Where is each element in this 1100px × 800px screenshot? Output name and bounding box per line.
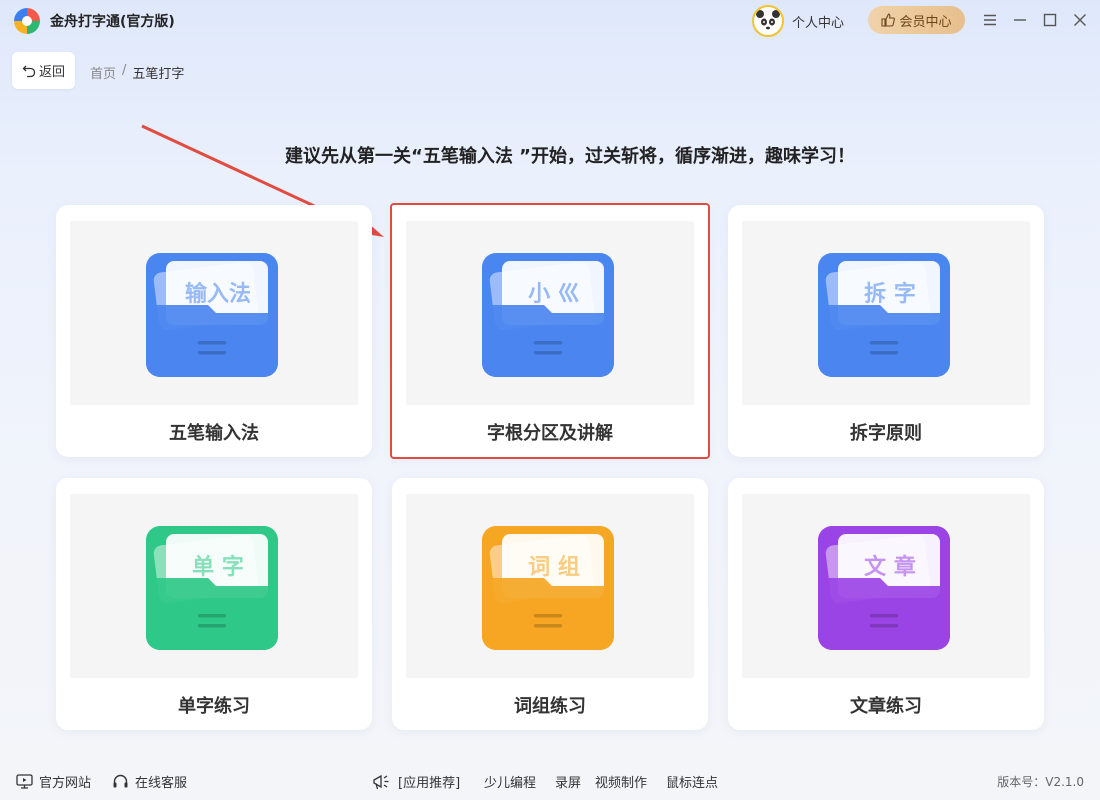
recommend-kids-coding-link[interactable]: 少儿编程 [484,772,536,791]
folder-icon-text: 小 巛 [528,282,580,307]
folder-icon: 单 字 [146,526,278,650]
folder-icon: 词 组 [482,526,614,650]
lesson-card-phrase[interactable]: 词 组词组练习 [392,478,708,730]
close-button[interactable] [1070,10,1090,30]
lesson-card-label: 词组练习 [514,696,586,717]
official-website-label: 官方网站 [39,776,92,791]
minimize-icon [1014,19,1026,21]
maximize-button[interactable] [1040,10,1060,30]
footer: 官方网站 在线客服 [应用推荐] 少儿编程 录屏 视频制作 鼠标连点 版本号：V… [0,765,1100,795]
lesson-card-split-rules[interactable]: 拆 字拆字原则 [728,205,1044,457]
lesson-card-label: 五笔输入法 [169,423,259,444]
app-title: 金舟打字通(官方版) [50,14,175,30]
lesson-card-label: 单字练习 [178,696,250,717]
app-logo-icon [14,8,40,34]
close-icon [1074,14,1086,26]
lesson-card-single-char[interactable]: 单 字单字练习 [56,478,372,730]
folder-icon: 输入法 [146,253,278,377]
card-thumbnail: 文 章 [742,494,1030,678]
lesson-card-article[interactable]: 文 章文章练习 [728,478,1044,730]
online-support-link[interactable]: 在线客服 [112,772,187,791]
lesson-card-wubi-input[interactable]: 输入法五笔输入法 [56,205,372,457]
folder-icon-text: 词 组 [528,554,580,580]
online-support-label: 在线客服 [135,776,188,791]
folder-icon: 文 章 [818,526,950,650]
card-thumbnail: 拆 字 [742,221,1030,405]
title-bar: 金舟打字通(官方版) 个人中心 会员中心 [0,0,1100,40]
folder-icon-text: 拆 字 [864,281,916,307]
vip-center-button[interactable]: 会员中心 [868,6,965,34]
card-thumbnail: 词 组 [406,494,694,678]
menu-icon [984,14,996,26]
card-thumbnail: 小 巛 [406,221,694,405]
thumbs-up-icon [881,13,896,27]
vip-center-label: 会员中心 [899,14,952,30]
app-recommend: [应用推荐] [372,772,460,791]
folder-icon-text: 输入法 [185,281,251,307]
avatar[interactable] [752,5,784,37]
menu-button[interactable] [980,10,1000,30]
lesson-card-label: 文章练习 [850,696,922,717]
folder-icon: 拆 字 [818,253,950,377]
card-thumbnail: 单 字 [70,494,358,678]
breadcrumb-current: 五笔打字 [132,67,185,82]
headset-icon [113,774,128,787]
version-label: 版本号：V2.1.0 [997,775,1084,789]
monitor-icon [16,774,33,789]
megaphone-icon [373,774,389,789]
minimize-button[interactable] [1010,10,1030,30]
breadcrumb: 首页 / 五笔打字 [90,63,184,82]
back-label: 返回 [38,65,65,80]
panda-icon [756,10,780,34]
maximize-icon [1043,13,1057,27]
recommend-screen-record-link[interactable]: 录屏 [555,772,581,791]
recommend-video-edit-link[interactable]: 视频制作 [595,772,647,791]
app-recommend-label: [应用推荐] [398,776,461,791]
back-arrow-icon [22,65,36,77]
card-thumbnail: 输入法 [70,221,358,405]
lesson-card-label: 拆字原则 [850,423,922,444]
breadcrumb-separator: / [122,63,127,78]
breadcrumb-home[interactable]: 首页 [90,63,116,82]
folder-icon: 小 巛 [482,253,614,377]
official-website-link[interactable]: 官方网站 [16,772,91,791]
recommend-auto-clicker-link[interactable]: 鼠标连点 [666,772,718,791]
profile-link[interactable]: 个人中心 [792,12,844,31]
lesson-card-radicals-zones[interactable]: 小 巛字根分区及讲解 [390,203,710,459]
folder-icon-text: 单 字 [192,554,244,580]
back-button[interactable]: 返回 [12,52,75,89]
lesson-card-label: 字根分区及讲解 [487,423,613,444]
folder-icon-text: 文 章 [864,554,916,580]
